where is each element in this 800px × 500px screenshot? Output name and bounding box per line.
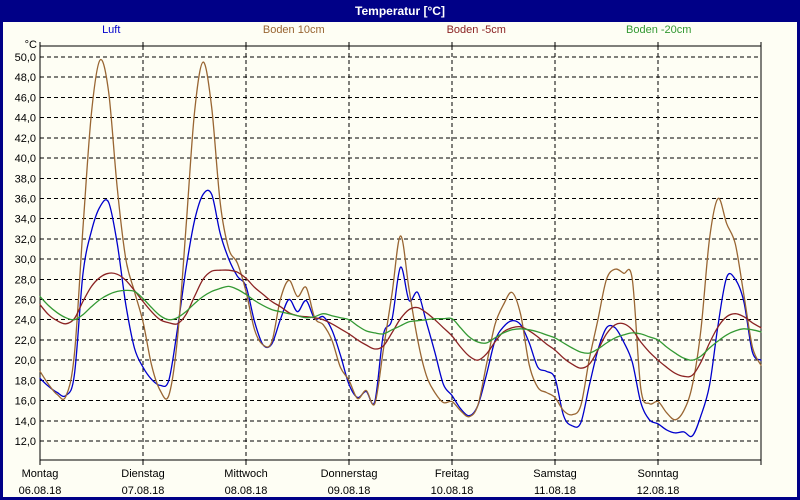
- y-tick-label: 30,0: [15, 254, 36, 266]
- y-tick-label: 16,0: [15, 396, 36, 408]
- y-tick-label: 46,0: [15, 92, 36, 104]
- x-date-label: 12.08.18: [637, 485, 680, 497]
- y-tick-label: 26,0: [15, 295, 36, 307]
- y-tick-label: 32,0: [15, 234, 36, 246]
- y-axis-unit: °C: [25, 39, 37, 51]
- y-tick-label: 38,0: [15, 173, 36, 185]
- y-tick-label: 42,0: [15, 133, 36, 145]
- x-date-label: 06.08.18: [19, 485, 62, 497]
- y-tick-label: 34,0: [15, 214, 36, 226]
- x-weekday-label: Samstag: [533, 468, 576, 480]
- x-date-label: 08.08.18: [225, 485, 268, 497]
- y-tick-label: 28,0: [15, 274, 36, 286]
- x-date-label: 07.08.18: [122, 485, 165, 497]
- frame-border-left: [0, 0, 3, 500]
- series-line-luft: [39, 189, 762, 438]
- x-date-label: 11.08.18: [534, 485, 576, 497]
- series-line-boden5: [39, 269, 762, 378]
- y-tick-label: 36,0: [15, 193, 36, 205]
- y-tick-label: 44,0: [15, 113, 36, 125]
- y-tick-label: 22,0: [15, 335, 36, 347]
- x-weekday-label: Dienstag: [121, 468, 164, 480]
- x-weekday-label: Freitag: [435, 468, 469, 480]
- x-weekday-label: Sonntag: [638, 468, 679, 480]
- plot-area: 12,0 14,0 16,0 18,0 20,0 22,0 24,0 26,0 28,0 30,0…: [15, 39, 762, 497]
- y-tick-label: 18,0: [15, 375, 36, 387]
- y-tick-label: 24,0: [15, 315, 36, 327]
- x-date-label: 10.08.18: [431, 485, 474, 497]
- temperature-chart-window: Temperatur [°C] Luft Boden 10cm Boden -5cm…: [0, 0, 800, 500]
- x-weekday-label: Montag: [22, 468, 59, 480]
- y-tick-label: 20,0: [15, 355, 36, 367]
- y-tick-label: 12,0: [15, 436, 36, 448]
- y-tick-label: 48,0: [15, 72, 36, 84]
- series-line-boden10: [39, 58, 762, 421]
- y-tick-label: 40,0: [15, 153, 36, 165]
- x-date-label: 09.08.18: [328, 485, 371, 497]
- x-weekday-label: Mittwoch: [224, 468, 267, 480]
- x-weekday-label: Donnerstag: [321, 468, 378, 480]
- y-tick-label: 14,0: [15, 416, 36, 428]
- y-tick-label: 50,0: [15, 52, 36, 64]
